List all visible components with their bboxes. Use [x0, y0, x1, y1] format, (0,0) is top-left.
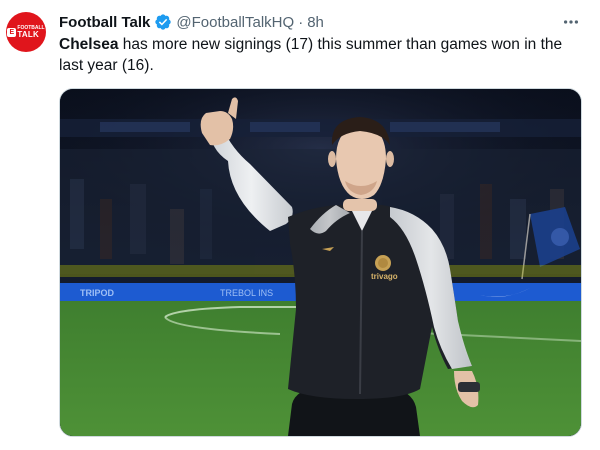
- user-handle[interactable]: @FootballTalkHQ: [176, 14, 294, 31]
- avatar[interactable]: E FOOTBALL TALK: [6, 12, 46, 52]
- display-name[interactable]: Football Talk: [59, 14, 150, 31]
- verified-badge-icon: [154, 13, 172, 31]
- banner-left-text: TRIPOD: [80, 288, 115, 298]
- tweet-text-bold: Chelsea: [59, 36, 119, 53]
- tweet-header: Football Talk @FootballTalkHQ · 8h: [59, 11, 580, 33]
- avatar-logo: E FOOTBALL TALK: [7, 25, 45, 39]
- tweet-text: Chelsea has more new signings (17) this …: [59, 34, 579, 76]
- tweet-text-body: has more new signings (17) this summer t…: [59, 36, 563, 74]
- avatar-logo-badge: E: [7, 27, 17, 37]
- separator-dot: ·: [298, 13, 304, 31]
- more-horizontal-icon[interactable]: [561, 12, 581, 32]
- media-photo: TRIPOD TREBOL INS trivago: [60, 89, 581, 436]
- tweet[interactable]: E FOOTBALL TALK Football Talk @FootballT…: [0, 0, 600, 450]
- tweet-media-image[interactable]: TRIPOD TREBOL INS trivago: [59, 88, 582, 437]
- jacket-sponsor-text: trivago: [371, 272, 398, 281]
- avatar-logo-text: FOOTBALL TALK: [17, 25, 44, 39]
- avatar-logo-line2: TALK: [17, 29, 39, 39]
- banner-mid-text: TREBOL INS: [220, 288, 273, 298]
- timestamp[interactable]: 8h: [307, 14, 324, 31]
